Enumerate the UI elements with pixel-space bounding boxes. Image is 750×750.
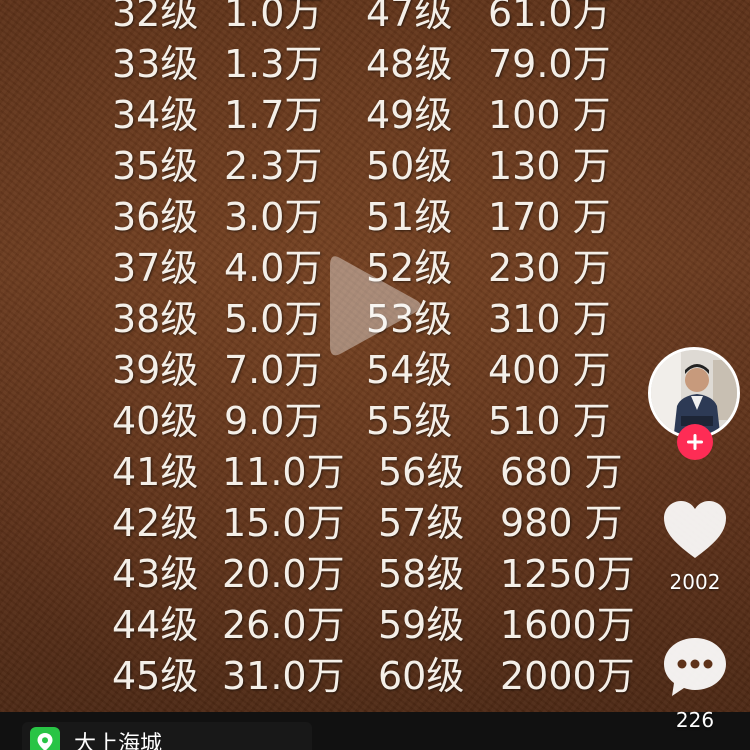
level-a-cell: 45级: [112, 654, 199, 698]
amount-a-cell: 11.0万: [222, 450, 345, 494]
location-tag[interactable]: 大上海城: [22, 722, 312, 750]
level-row: 45级 31.0万 60级 2000万: [0, 651, 660, 702]
amount-a-cell: 1.7万: [224, 93, 323, 137]
amount-a-cell: 26.0万: [222, 603, 345, 647]
like-count: 2002: [669, 570, 721, 594]
level-a-cell: 37级: [112, 246, 199, 290]
level-row: 44级 26.0万 59级 1600万: [0, 600, 660, 651]
level-a-cell: 40级: [112, 399, 199, 443]
level-a-cell: 33级: [112, 42, 199, 86]
heart-icon[interactable]: [662, 500, 728, 560]
amount-a-cell: 15.0万: [222, 501, 345, 545]
amount-a-cell: 2.3万: [224, 144, 323, 188]
level-row: 40级 9.0万 55级 510 万: [0, 396, 660, 447]
amount-b-cell: 680 万: [500, 450, 623, 494]
level-b-cell: 51级: [366, 195, 453, 239]
amount-b-cell: 100 万: [488, 93, 611, 137]
comment-bubble-icon[interactable]: [662, 636, 728, 698]
level-row: 35级 2.3万 50级 130 万: [0, 141, 660, 192]
level-row: 33级 1.3万 48级 79.0万: [0, 39, 660, 90]
plus-icon: [687, 434, 703, 450]
amount-b-cell: 2000万: [500, 654, 635, 698]
level-row: 43级 20.0万 58级 1250万: [0, 549, 660, 600]
amount-b-cell: 230 万: [488, 246, 611, 290]
location-pin-icon: [30, 727, 60, 750]
level-a-cell: 39级: [112, 348, 199, 392]
level-b-cell: 59级: [378, 603, 465, 647]
amount-b-cell: 61.0万: [488, 0, 611, 35]
level-b-cell: 47级: [366, 0, 453, 35]
location-label: 大上海城: [74, 732, 163, 750]
level-row: 36级 3.0万 51级 170 万: [0, 192, 660, 243]
level-b-cell: 56级: [378, 450, 465, 494]
level-a-cell: 41级: [112, 450, 199, 494]
amount-a-cell: 1.3万: [224, 42, 323, 86]
amount-b-cell: 980 万: [500, 501, 623, 545]
level-a-cell: 42级: [112, 501, 199, 545]
amount-a-cell: 20.0万: [222, 552, 345, 596]
amount-a-cell: 4.0万: [224, 246, 323, 290]
level-b-cell: 57级: [378, 501, 465, 545]
level-a-cell: 34级: [112, 93, 199, 137]
level-row: 42级 15.0万 57级 980 万: [0, 498, 660, 549]
level-a-cell: 36级: [112, 195, 199, 239]
amount-b-cell: 130 万: [488, 144, 611, 188]
amount-b-cell: 170 万: [488, 195, 611, 239]
level-b-cell: 55级: [366, 399, 453, 443]
level-b-cell: 50级: [366, 144, 453, 188]
level-a-cell: 44级: [112, 603, 199, 647]
amount-b-cell: 400 万: [488, 348, 611, 392]
level-a-cell: 38级: [112, 297, 199, 341]
follow-button[interactable]: [677, 424, 713, 460]
level-b-cell: 58级: [378, 552, 465, 596]
amount-a-cell: 31.0万: [222, 654, 345, 698]
level-row: 41级 11.0万 56级 680 万: [0, 447, 660, 498]
amount-a-cell: 3.0万: [224, 195, 323, 239]
play-icon[interactable]: [326, 250, 426, 362]
amount-b-cell: 510 万: [488, 399, 611, 443]
amount-b-cell: 1250万: [500, 552, 635, 596]
amount-a-cell: 9.0万: [224, 399, 323, 443]
level-b-cell: 60级: [378, 654, 465, 698]
amount-a-cell: 7.0万: [224, 348, 323, 392]
level-row: 34级 1.7万 49级 100 万: [0, 90, 660, 141]
amount-a-cell: 5.0万: [224, 297, 323, 341]
level-a-cell: 43级: [112, 552, 199, 596]
level-a-cell: 32级: [112, 0, 199, 35]
amount-a-cell: 1.0万: [224, 0, 323, 35]
amount-b-cell: 310 万: [488, 297, 611, 341]
comment-count: 226: [675, 708, 715, 732]
level-row: 32级 1.0万 47级 61.0万: [0, 0, 660, 39]
amount-b-cell: 79.0万: [488, 42, 611, 86]
video-screen[interactable]: 32级 1.0万 47级 61.0万 33级 1.3万 48级 79.0万 34级 1.7万 49级…: [0, 0, 750, 750]
level-a-cell: 35级: [112, 144, 199, 188]
level-b-cell: 49级: [366, 93, 453, 137]
amount-b-cell: 1600万: [500, 603, 635, 647]
level-b-cell: 48级: [366, 42, 453, 86]
